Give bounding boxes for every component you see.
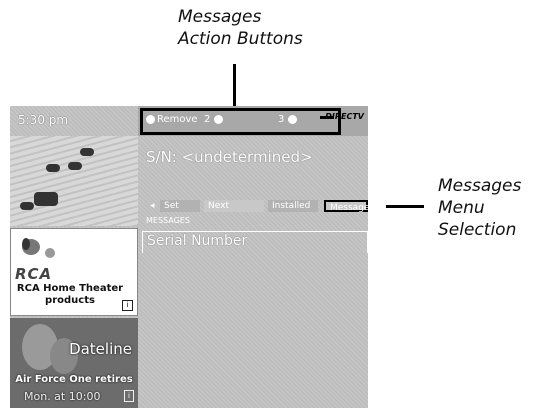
callout-line: Menu	[438, 198, 485, 218]
section-label: MESSAGES	[146, 216, 190, 225]
serial-number-item[interactable]: Serial Number	[142, 231, 368, 253]
ad-caption: RCA Home Theater products	[11, 283, 129, 307]
clock: 5:30 pm	[18, 113, 69, 127]
promo-panel[interactable]: Dateline Air Force One retires Mon. at 1…	[10, 318, 138, 408]
callout-menu-selection: Messages Menu Selection	[438, 175, 521, 241]
rider-shape	[68, 162, 82, 170]
dog-icon	[22, 238, 55, 258]
info-icon: i	[122, 300, 133, 311]
tab-messages[interactable]: Messages	[324, 200, 368, 213]
tv-screen: 5:30 pm RCA RCA Home Theater products i	[10, 106, 368, 408]
sidebar: 5:30 pm RCA RCA Home Theater products i	[10, 106, 138, 408]
rider-shape	[34, 192, 58, 206]
callout-line: Selection	[438, 220, 517, 240]
promo-title: Dateline	[69, 340, 132, 358]
tab-installed[interactable]: Installed	[268, 200, 318, 212]
ad-caption-line: products	[45, 295, 95, 306]
callout-line: Messages	[178, 7, 262, 27]
tab-set[interactable]: Set	[160, 200, 200, 212]
ad-caption-line: RCA Home Theater	[16, 283, 124, 294]
rider-shape	[46, 164, 60, 172]
ad-panel[interactable]: RCA RCA Home Theater products i	[10, 228, 138, 316]
leader-line-right	[386, 205, 424, 208]
tab-next[interactable]: Next	[204, 200, 264, 212]
callout-line: Action Buttons	[178, 29, 303, 49]
tab-back[interactable]: ◂	[146, 200, 159, 212]
callout-line: Messages	[438, 176, 522, 196]
leader-line-top	[233, 64, 236, 106]
callout-action-buttons: Messages Action Buttons	[178, 6, 303, 50]
menu-tabs: ◂ Set Next Installed Messages	[146, 200, 368, 214]
info-icon: i	[124, 390, 134, 402]
live-tv-preview[interactable]	[10, 136, 138, 226]
serial-status: S/N: <undetermined>	[146, 148, 313, 166]
rider-shape	[20, 202, 34, 210]
rca-logo: RCA	[15, 265, 53, 283]
action-buttons-highlight	[140, 108, 341, 135]
promo-time: Mon. at 10:00	[24, 390, 101, 403]
promo-headline: Air Force One retires	[15, 374, 133, 385]
rider-shape	[80, 148, 94, 156]
